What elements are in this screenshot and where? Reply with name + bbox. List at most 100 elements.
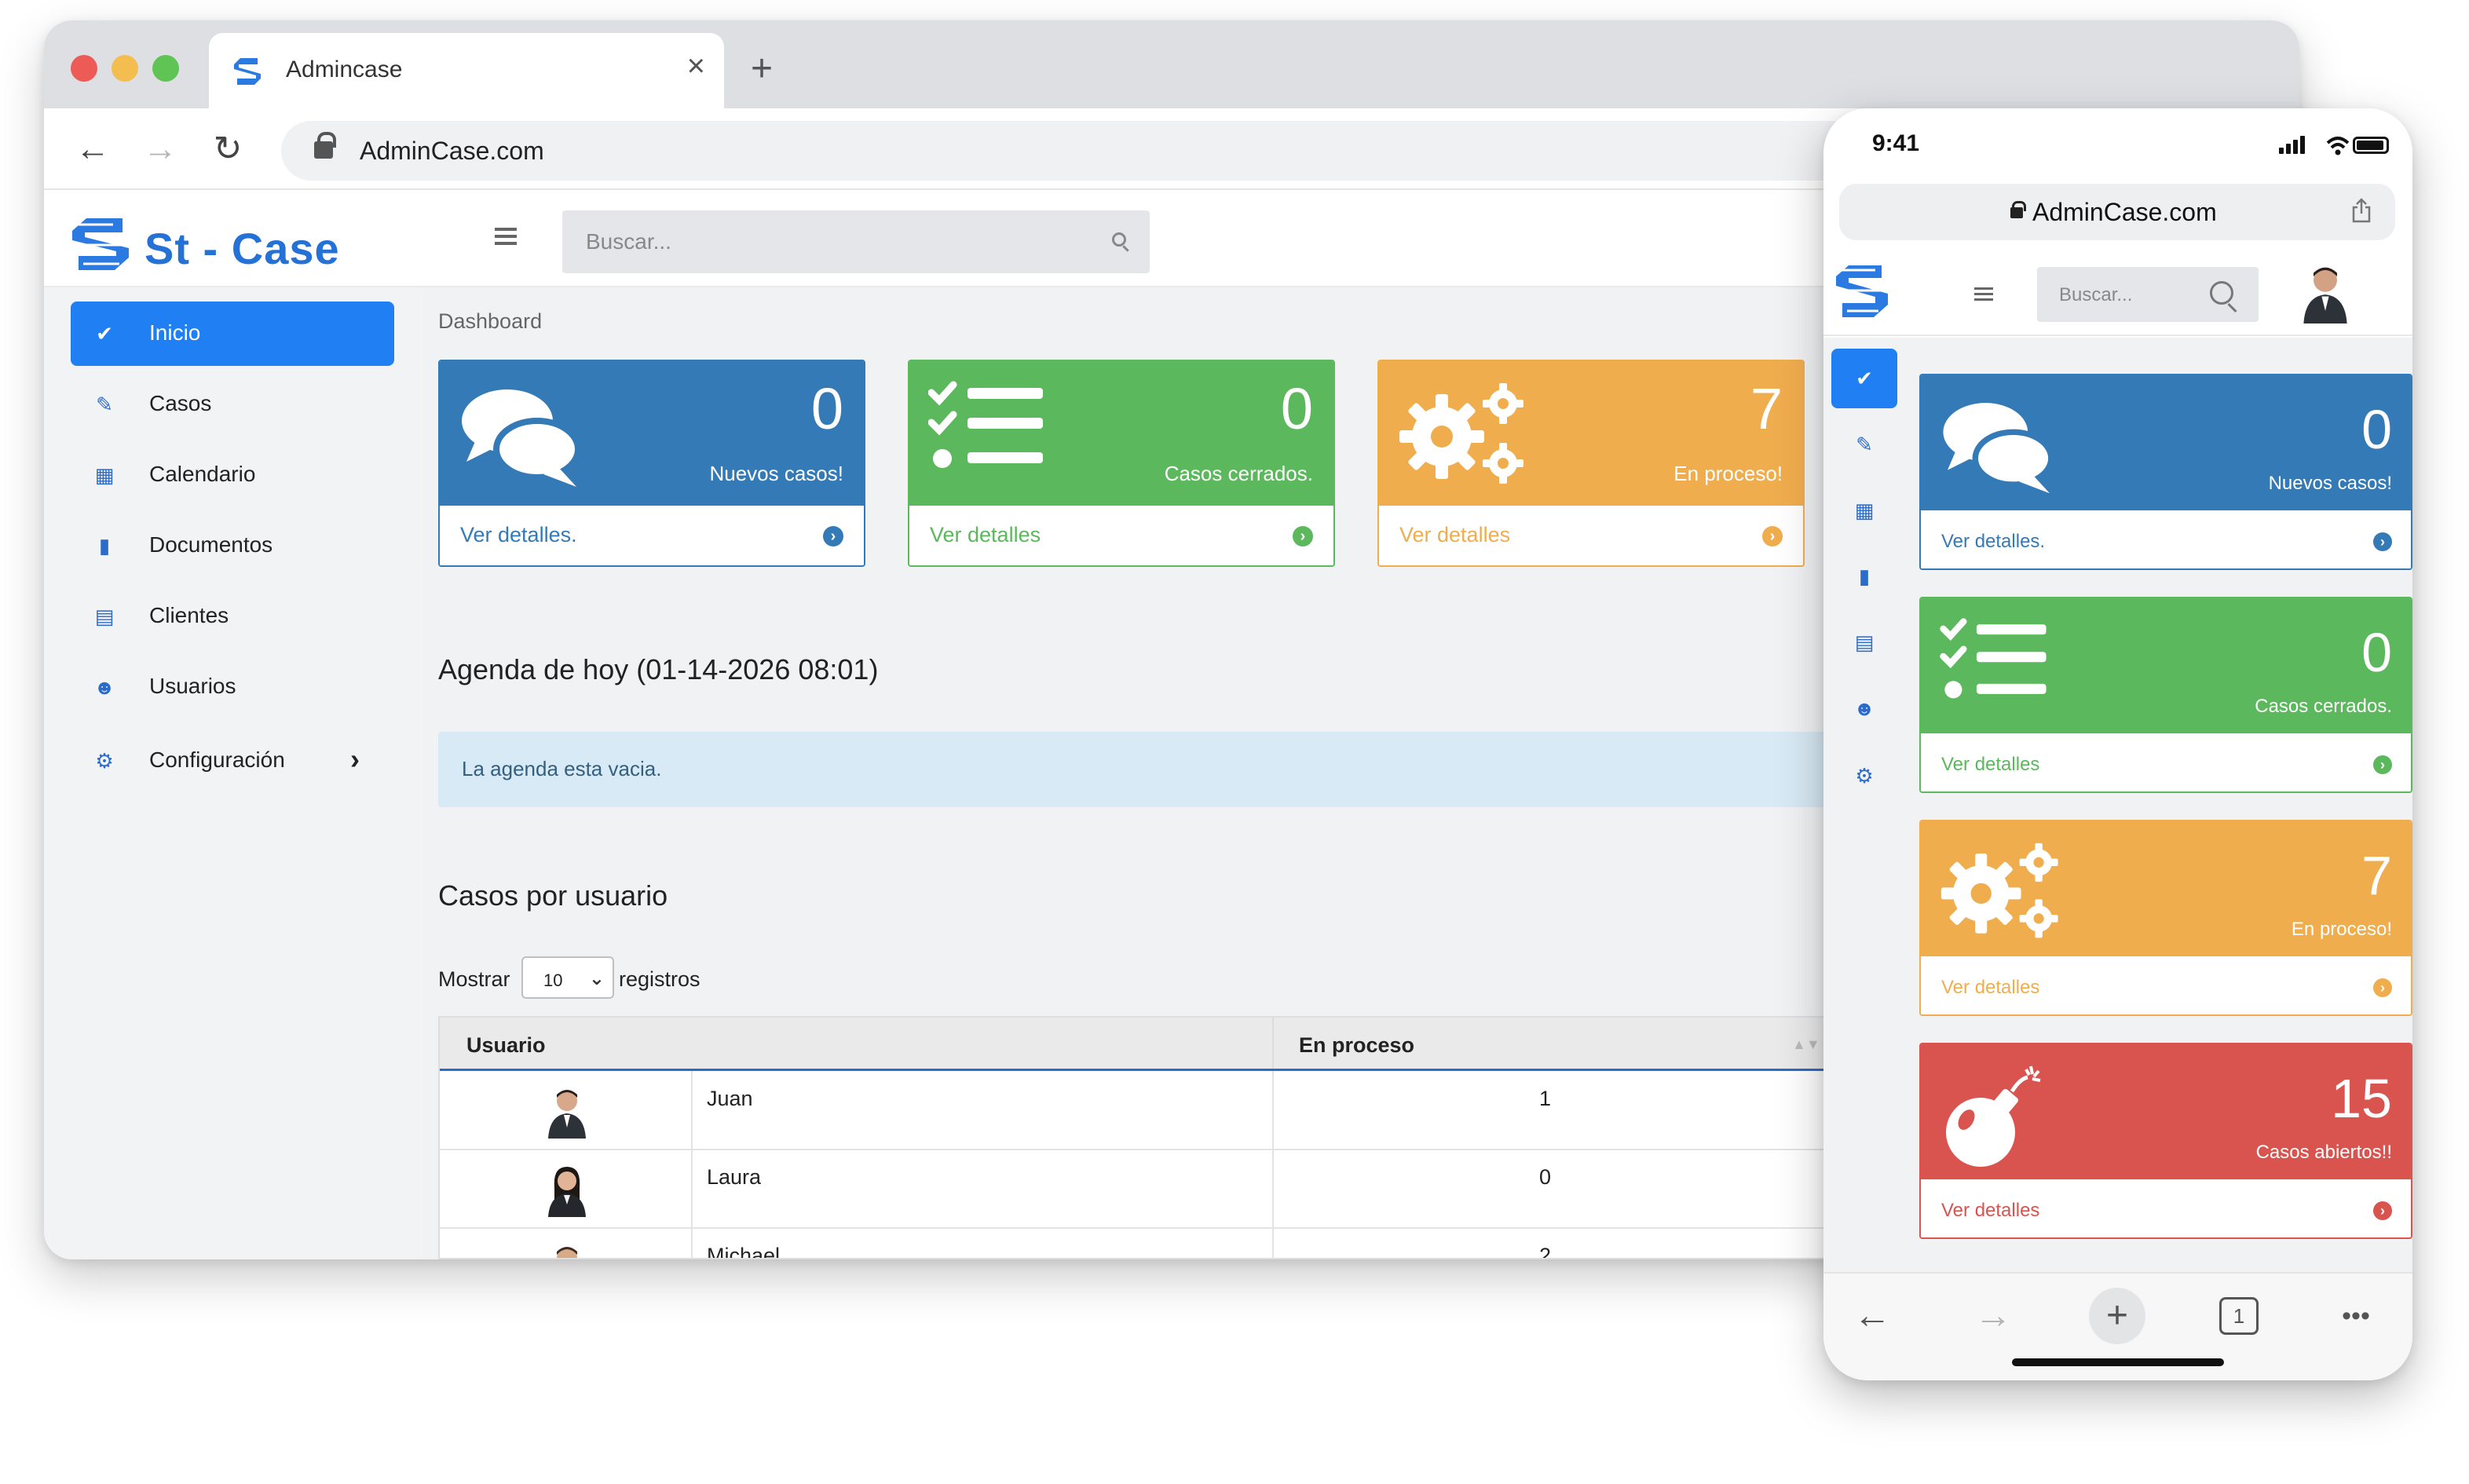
ver-detalles-link[interactable]: Ver detalles	[1941, 977, 2039, 999]
mobile-search-input[interactable]: Buscar...	[2037, 267, 2259, 322]
user-name: Michael	[707, 1244, 781, 1259]
card-header: 0 Nuevos casos!	[440, 361, 864, 506]
sidebar-item-configuracion[interactable]: ⚙ Configuración ›	[71, 729, 394, 793]
lock-icon	[2010, 201, 2026, 218]
users-icon: ☻	[93, 675, 115, 699]
sidebar-item-usuarios[interactable]: ☻ Usuarios	[71, 655, 394, 719]
card-nuevos-casos: 0 Nuevos casos! Ver detalles. ›	[1919, 374, 2412, 570]
card-footer[interactable]: Ver detalles. ›	[1921, 510, 2411, 568]
mobile-phone-frame: 9:41 AdminCase.com Buscar... ✔ ✎ ▦ ▮ ▤ ☻…	[1823, 108, 2412, 1380]
card-label: Casos abiertos!!	[2255, 1142, 2392, 1163]
card-count: 7	[2361, 845, 2392, 906]
ver-detalles-link[interactable]: Ver detalles	[930, 523, 1041, 547]
card-header: 7 En proceso!	[1379, 361, 1803, 506]
lock-icon	[314, 132, 336, 159]
card-count: 0	[2361, 399, 2392, 460]
sidebar-item-clientes[interactable]: ▤ Clientes	[71, 584, 394, 649]
column-header-usuario[interactable]: Usuario	[466, 1033, 546, 1058]
ver-detalles-link[interactable]: Ver detalles	[1399, 523, 1510, 547]
calendar-icon: ▦	[94, 463, 115, 487]
forward-arrow-icon[interactable]: →	[1968, 1291, 2018, 1341]
gears-icon	[1399, 383, 1523, 484]
ver-detalles-link[interactable]: Ver detalles	[1941, 1200, 2039, 1222]
menu-toggle-icon[interactable]	[1974, 287, 1993, 302]
gear-icon[interactable]: ⚙	[1831, 746, 1897, 806]
sidebar-item-label: Casos	[149, 391, 212, 415]
menu-toggle-icon[interactable]	[495, 228, 517, 245]
column-header-en-proceso[interactable]: En proceso	[1299, 1033, 1414, 1058]
close-tab-icon[interactable]: ×	[687, 50, 705, 82]
users-icon[interactable]: ☻	[1831, 678, 1897, 738]
card-footer[interactable]: Ver detalles ›	[1921, 733, 2411, 791]
back-arrow-icon[interactable]: ←	[71, 127, 115, 171]
edit-icon[interactable]: ✎	[1831, 415, 1897, 474]
sidebar-item-label: Usuarios	[149, 674, 236, 698]
page-length-select[interactable]: 10 ⌄	[521, 956, 614, 999]
id-card-icon[interactable]: ▤	[1831, 612, 1897, 672]
page-length-value: 10	[543, 970, 563, 990]
search-icon[interactable]	[1112, 232, 1126, 247]
new-tab-button[interactable]: +	[751, 50, 773, 88]
sort-icon[interactable]: ▲▼	[1792, 1036, 1820, 1053]
sidebar-item-label: Inicio	[149, 320, 201, 345]
show-label: Mostrar	[438, 967, 510, 991]
st-case-logo-icon[interactable]	[1831, 261, 1893, 327]
back-arrow-icon[interactable]: ←	[1847, 1291, 1897, 1341]
avatar[interactable]	[2298, 264, 2353, 323]
document-icon[interactable]: ▮	[1831, 546, 1897, 606]
sidebar-item-calendario[interactable]: ▦ Calendario	[71, 443, 394, 507]
home-indicator	[2012, 1358, 2224, 1366]
signal-icon	[2293, 140, 2298, 154]
user-name: Laura	[707, 1165, 762, 1189]
address-url: AdminCase.com	[360, 137, 544, 165]
ver-detalles-link[interactable]: Ver detalles.	[1941, 531, 2045, 553]
card-footer[interactable]: Ver detalles. ›	[440, 506, 864, 565]
forward-arrow-icon[interactable]: →	[138, 127, 182, 171]
search-placeholder: Buscar...	[2059, 284, 2133, 305]
search-box	[562, 210, 1150, 273]
brand-name: St - Case	[144, 224, 340, 273]
check-icon[interactable]: ✔	[1831, 349, 1897, 408]
sidebar-item-casos[interactable]: ✎ Casos	[71, 372, 394, 437]
card-header: 0 Casos cerrados.	[909, 361, 1333, 506]
reload-icon[interactable]: ↻	[206, 127, 250, 171]
avatar	[548, 1090, 586, 1139]
card-label: En proceso!	[2291, 919, 2392, 940]
calendar-icon[interactable]: ▦	[1831, 481, 1897, 540]
search-input[interactable]	[562, 210, 1150, 273]
card-label: Casos cerrados.	[1164, 462, 1313, 485]
card-count: 0	[2361, 622, 2392, 683]
edit-icon: ✎	[96, 393, 113, 416]
sidebar-item-documentos[interactable]: ▮ Documentos	[71, 514, 394, 578]
tabs-count-button[interactable]: 1	[2219, 1297, 2259, 1335]
status-time: 9:41	[1872, 130, 1920, 156]
mobile-address-bar[interactable]: AdminCase.com	[1839, 184, 2395, 240]
card-header: 0 Nuevos casos!	[1921, 375, 2411, 510]
ver-detalles-link[interactable]: Ver detalles	[1941, 754, 2039, 776]
ver-detalles-link[interactable]: Ver detalles.	[460, 523, 577, 547]
minimize-window-button[interactable]	[112, 55, 138, 82]
card-footer[interactable]: Ver detalles ›	[909, 506, 1333, 565]
browser-tab-admincase[interactable]: Admincase ×	[209, 33, 724, 108]
chat-bubbles-icon	[462, 389, 581, 487]
sidebar-item-label: Calendario	[149, 462, 256, 486]
sidebar-item-label: Clientes	[149, 603, 229, 627]
new-tab-plus-icon[interactable]: +	[2089, 1288, 2145, 1344]
sidebar-item-inicio[interactable]: ✔ Inicio	[71, 302, 394, 366]
arrow-circle-right-icon: ›	[2373, 1201, 2392, 1220]
maximize-window-button[interactable]	[152, 55, 179, 82]
checklist-icon	[1940, 618, 2047, 699]
card-casos-abiertos: 15 Casos abiertos!! Ver detalles ›	[1919, 1043, 2412, 1239]
more-options-icon[interactable]: •••	[2331, 1291, 2381, 1341]
in-process-count: 2	[1539, 1244, 1552, 1259]
card-footer[interactable]: Ver detalles ›	[1379, 506, 1803, 565]
share-icon[interactable]	[2351, 198, 2372, 223]
card-count: 0	[1280, 376, 1313, 441]
card-footer[interactable]: Ver detalles ›	[1921, 956, 2411, 1014]
close-window-button[interactable]	[71, 55, 97, 82]
chat-bubbles-icon	[1943, 403, 2054, 494]
user-name: Juan	[707, 1087, 753, 1110]
card-header: 7 En proceso!	[1921, 821, 2411, 956]
card-footer[interactable]: Ver detalles ›	[1921, 1179, 2411, 1237]
search-icon[interactable]	[2210, 281, 2233, 305]
